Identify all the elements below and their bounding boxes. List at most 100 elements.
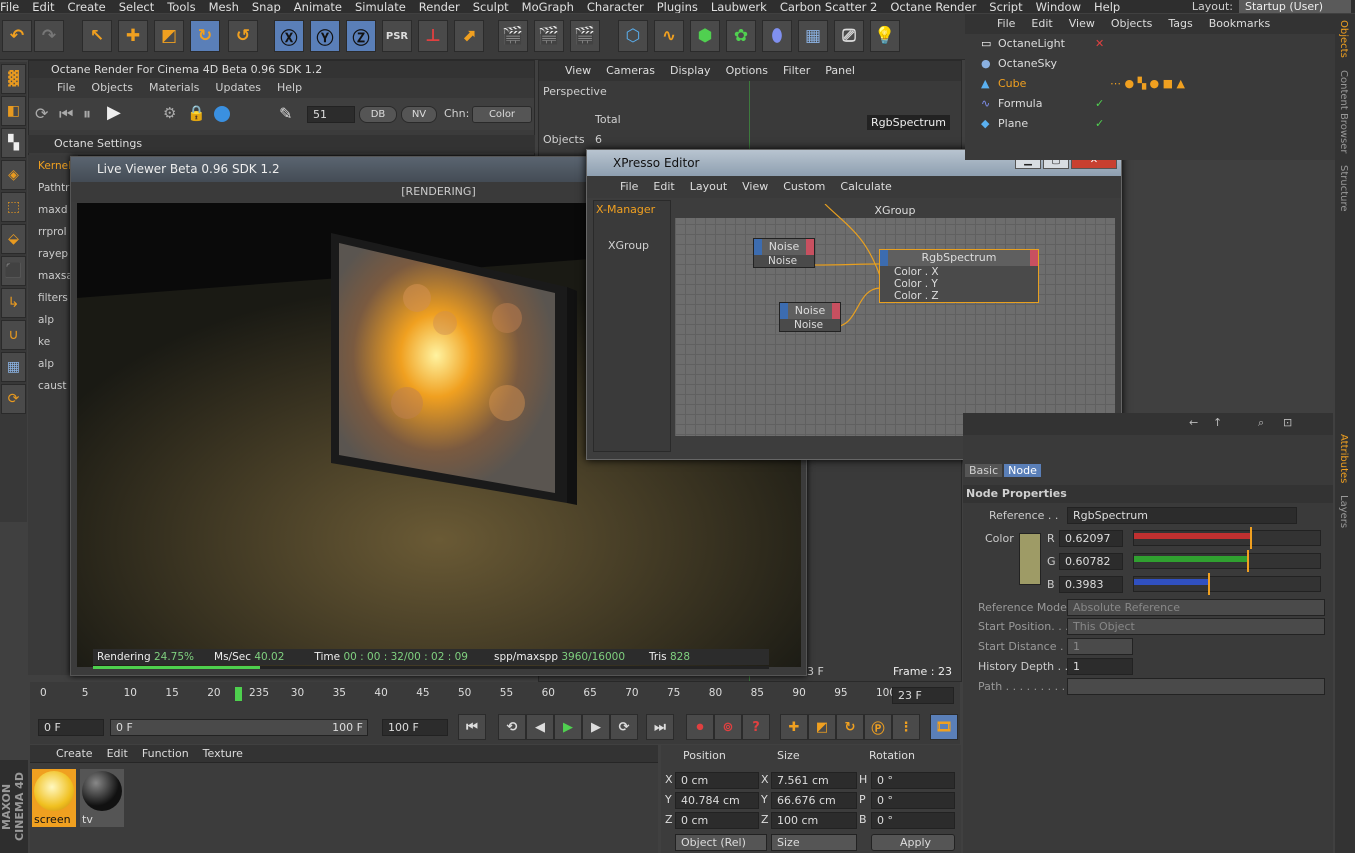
render-view-icon[interactable]: 🎬 (498, 20, 528, 52)
obj-menu-file[interactable]: File (997, 14, 1015, 34)
redo-icon[interactable]: ↷ (34, 20, 64, 52)
search-icon[interactable]: ⌕ (1258, 416, 1264, 430)
viewport-menu-view[interactable]: View (565, 61, 591, 81)
menu-tools[interactable]: Tools (167, 1, 195, 14)
menu-edit[interactable]: Edit (32, 1, 54, 14)
render-settings-icon[interactable]: 🎬 (570, 20, 600, 52)
size-x-field[interactable]: 7.561 cm (771, 772, 857, 789)
menu-octane-render[interactable]: Octane Render (890, 1, 976, 14)
xpresso-tag-icon[interactable]: ⋯ ● ▚ ● ■ ▲ (1110, 74, 1185, 94)
menu-simulate[interactable]: Simulate (355, 1, 406, 14)
obj-menu-view[interactable]: View (1069, 14, 1095, 34)
octane-play-icon[interactable]: ▶ (107, 102, 121, 123)
reference-field[interactable]: RgbSpectrum (1067, 507, 1297, 524)
material-tv[interactable]: tv (80, 769, 124, 827)
menu-select[interactable]: Select (119, 1, 154, 14)
object-row-cube[interactable]: ▲ Cube ⋯ ● ▚ ● ■ ▲ (965, 74, 1335, 94)
octane-restart-icon[interactable]: ⟳ (35, 104, 48, 123)
noise-node-2[interactable]: Noise Noise (779, 302, 841, 332)
object-row-octanelight[interactable]: ▭ OctaneLight ✕ (965, 34, 1335, 54)
object-name[interactable]: OctaneLight (998, 37, 1065, 50)
enabled-icon[interactable]: ✓ (1095, 94, 1104, 114)
octane-db-button[interactable]: DB (359, 106, 397, 123)
keyframe-selection-icon[interactable]: ? (742, 714, 770, 740)
g-slider[interactable] (1133, 550, 1321, 572)
enabled-icon[interactable]: ✓ (1095, 114, 1104, 134)
b-value-field[interactable]: 0.3983 (1059, 576, 1123, 593)
xpresso-menu-calculate[interactable]: Calculate (840, 176, 891, 198)
move-icon[interactable]: ✚ (118, 20, 148, 52)
path-field[interactable] (1067, 678, 1325, 695)
viewport-menu-filter[interactable]: Filter (783, 61, 810, 81)
startpos-select[interactable]: This Object (1067, 618, 1325, 635)
color-swatch[interactable] (1019, 533, 1041, 585)
octane-spp-field[interactable]: 51 (307, 106, 355, 123)
points-mode-icon[interactable]: ⬚ (1, 192, 26, 222)
object-row-plane[interactable]: ◆ Plane ✓ (965, 114, 1335, 134)
rot-b-field[interactable]: 0 ° (871, 812, 955, 829)
key-parameter-icon[interactable]: Ⓟ (864, 714, 892, 740)
pos-y-field[interactable]: 40.784 cm (675, 792, 759, 809)
snap-rotate-icon[interactable]: ⟳ (1, 384, 26, 414)
x-manager-title[interactable]: X-Manager (594, 201, 670, 219)
octane-pause-icon[interactable]: ⏸ (83, 104, 91, 124)
size-y-field[interactable]: 66.676 cm (771, 792, 857, 809)
key-rotation-icon[interactable]: ↻ (836, 714, 864, 740)
z-axis-icon[interactable]: Ⓩ (346, 20, 376, 52)
xpresso-menu-edit[interactable]: Edit (653, 176, 674, 198)
key-pla-icon[interactable]: ⋮ (892, 714, 920, 740)
deformer-icon[interactable]: ⬮ (762, 20, 792, 52)
light-icon[interactable]: 💡 (870, 20, 900, 52)
noise-node-2-port[interactable]: Noise (780, 319, 840, 331)
g-value-field[interactable]: 0.60782 (1059, 553, 1123, 570)
octane-menu-updates[interactable]: Updates (215, 78, 261, 98)
startdist-field[interactable]: 1 (1067, 638, 1133, 655)
object-name[interactable]: Formula (998, 97, 1042, 110)
polygons-mode-icon[interactable]: ⬛ (1, 256, 26, 286)
mat-menu-texture[interactable]: Texture (203, 747, 243, 760)
camera-icon[interactable]: ⎚ (834, 20, 864, 52)
live-selection-icon[interactable]: ↖ (82, 20, 112, 52)
obj-menu-objects[interactable]: Objects (1111, 14, 1153, 34)
pos-z-field[interactable]: 0 cm (675, 812, 759, 829)
viewport-menu-cameras[interactable]: Cameras (606, 61, 655, 81)
menu-carbon-scatter[interactable]: Carbon Scatter 2 (780, 1, 878, 14)
autokey-icon[interactable]: ⊚ (714, 714, 742, 740)
start-frame-field[interactable]: 0 F (38, 719, 104, 736)
tab-layers[interactable]: Layers (1335, 489, 1352, 534)
rgbspectrum-node[interactable]: RgbSpectrum Color . X Color . Y Color . … (879, 249, 1039, 303)
menu-character[interactable]: Character (587, 1, 644, 14)
object-row-formula[interactable]: ∿ Formula ✓ (965, 94, 1335, 114)
next-frame-icon[interactable]: ▶ (582, 714, 610, 740)
tab-content-browser[interactable]: Content Browser (1335, 64, 1352, 159)
b-slider[interactable] (1133, 573, 1321, 595)
prev-key-icon[interactable]: ⟲ (498, 714, 526, 740)
obj-menu-edit[interactable]: Edit (1031, 14, 1052, 34)
make-editable-icon[interactable]: ▓ (1, 64, 26, 94)
octane-menu-materials[interactable]: Materials (149, 78, 199, 98)
tab-basic[interactable]: Basic (965, 464, 1003, 477)
xpresso-graph[interactable]: XGroup Noise Noise Noise Noise RgbSpectr… (675, 204, 1115, 436)
object-row-octanesky[interactable]: ● OctaneSky (965, 54, 1335, 74)
r-value-field[interactable]: 0.62097 (1059, 530, 1123, 547)
object-name[interactable]: Cube (998, 77, 1026, 90)
apply-button[interactable]: Apply (871, 834, 955, 851)
undo-icon[interactable]: ↶ (2, 20, 32, 52)
recent-tools-icon[interactable]: ↺ (228, 20, 258, 52)
layout-select[interactable]: Startup (User) (1239, 0, 1351, 13)
menu-create[interactable]: Create (68, 1, 106, 14)
film-icon[interactable]: 🎞 (930, 714, 958, 740)
goto-start-icon[interactable]: ⏮ (458, 714, 486, 740)
coord-mode-select[interactable]: Object (Rel) (675, 834, 767, 851)
tab-objects[interactable]: Objects (1335, 14, 1352, 64)
mat-menu-function[interactable]: Function (142, 747, 189, 760)
refmode-select[interactable]: Absolute Reference (1067, 599, 1325, 616)
octane-menu-objects[interactable]: Objects (91, 78, 133, 98)
octane-menu-file[interactable]: File (57, 78, 75, 98)
x-manager-xgroup-item[interactable]: XGroup (594, 239, 670, 252)
menu-sculpt[interactable]: Sculpt (473, 1, 509, 14)
tab-structure[interactable]: Structure (1335, 159, 1352, 218)
r-slider[interactable] (1133, 527, 1321, 549)
mat-menu-create[interactable]: Create (56, 747, 93, 760)
menu-snap[interactable]: Snap (252, 1, 281, 14)
